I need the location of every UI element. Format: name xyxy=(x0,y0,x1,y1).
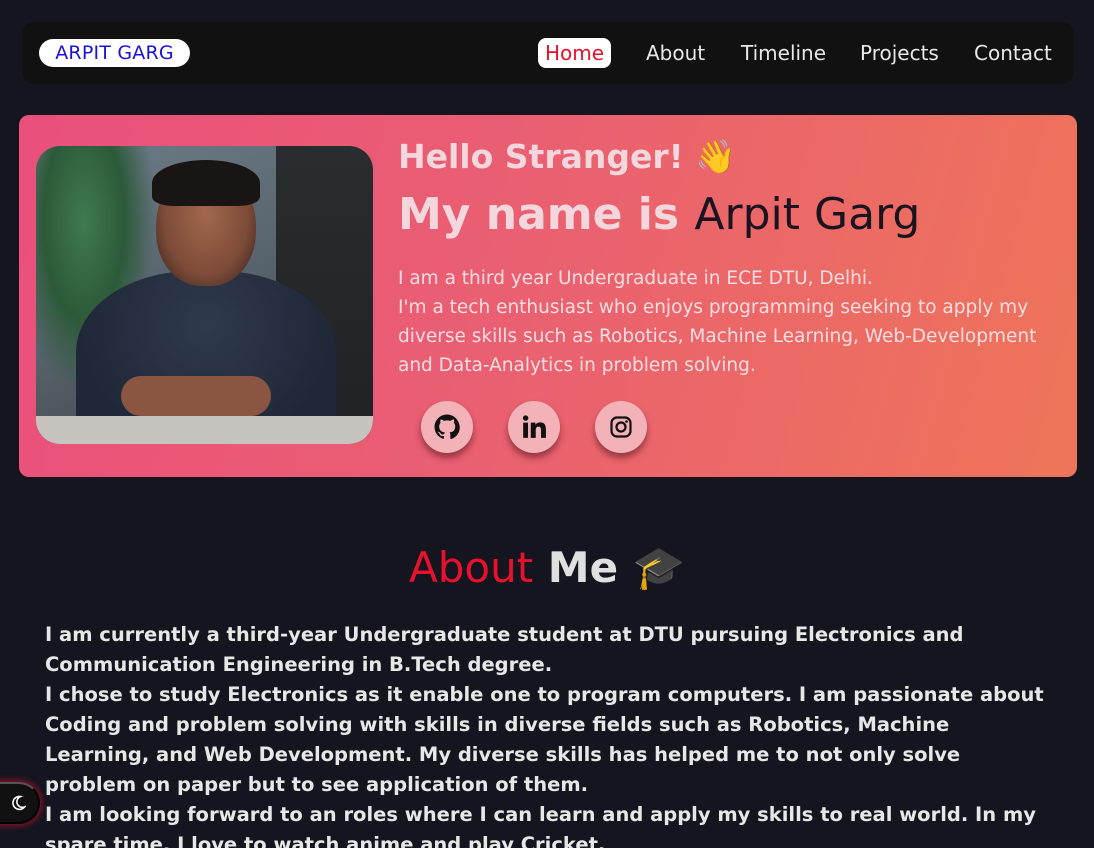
nav-item-home[interactable]: Home xyxy=(538,38,612,68)
photo-hair xyxy=(152,160,260,206)
hero-card: Hello Stranger! 👋 My name is Arpit Garg … xyxy=(19,115,1077,477)
bio-line-1: I am a third year Undergraduate in ECE D… xyxy=(398,268,873,289)
moon-icon xyxy=(12,795,26,811)
photo-table xyxy=(36,416,373,444)
nav-item-about[interactable]: About xyxy=(646,38,705,68)
nav-item-timeline[interactable]: Timeline xyxy=(741,38,826,68)
github-icon xyxy=(434,414,460,440)
nav-item-projects[interactable]: Projects xyxy=(860,38,939,68)
about-title-rest: Me xyxy=(547,543,619,592)
instagram-icon xyxy=(610,416,632,438)
name-highlight: Arpit Garg xyxy=(694,189,921,240)
linkedin-button[interactable] xyxy=(508,401,560,453)
graduation-cap-icon: 🎓 xyxy=(632,543,685,592)
hero-bio: I am a third year Undergraduate in ECE D… xyxy=(398,264,1058,380)
about-paragraph-1: I am currently a third-year Undergraduat… xyxy=(45,623,964,676)
github-button[interactable] xyxy=(421,401,473,453)
about-text: I am currently a third-year Undergraduat… xyxy=(45,620,1055,848)
profile-photo xyxy=(36,146,373,444)
nav-item-contact[interactable]: Contact xyxy=(974,38,1052,68)
theme-toggle-button[interactable] xyxy=(0,782,40,824)
about-heading: About Me 🎓 xyxy=(0,543,1094,593)
name-prefix: My name is xyxy=(398,189,680,240)
linkedin-icon xyxy=(522,415,546,438)
waving-hand-icon: 👋 xyxy=(695,137,737,176)
instagram-button[interactable] xyxy=(595,401,647,453)
greeting-heading: Hello Stranger! 👋 xyxy=(398,137,736,177)
greeting-text: Hello Stranger! xyxy=(398,137,684,176)
logo-link[interactable]: ARPIT GARG xyxy=(39,39,190,67)
about-paragraph-3: I am looking forward to an roles where I… xyxy=(45,803,1036,848)
navbar: ARPIT GARG Home About Timeline Projects … xyxy=(22,22,1074,84)
about-paragraph-2: I chose to study Electronics as it enabl… xyxy=(45,683,1044,796)
bio-line-2: I'm a tech enthusiast who enjoys program… xyxy=(398,297,1037,376)
about-title-accent: About xyxy=(408,543,534,592)
photo-hands xyxy=(121,376,271,416)
name-heading: My name is Arpit Garg xyxy=(398,189,920,240)
